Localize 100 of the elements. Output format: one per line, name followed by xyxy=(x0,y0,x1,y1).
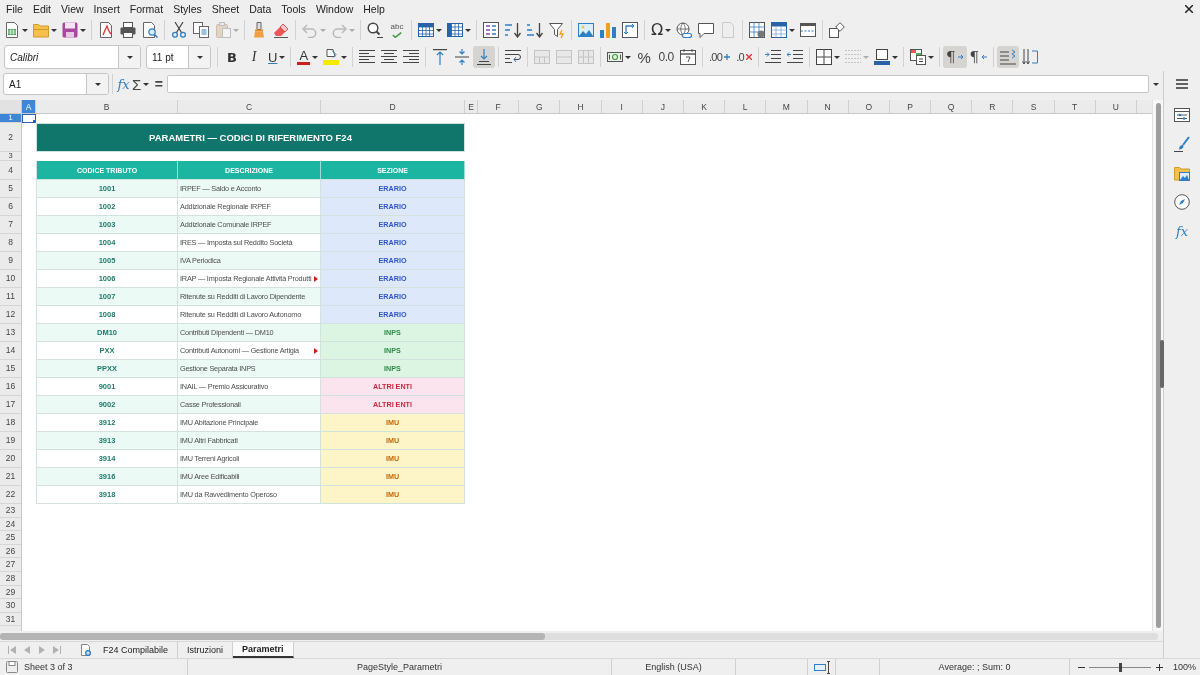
row-header[interactable]: 23 xyxy=(0,504,21,518)
menu-item[interactable]: Data xyxy=(244,0,277,17)
row-header[interactable]: 22 xyxy=(0,486,21,504)
column-header[interactable]: H xyxy=(560,100,602,113)
row-header[interactable]: 9 xyxy=(0,252,21,270)
row-header[interactable]: 24 xyxy=(0,517,21,532)
column-header[interactable]: I xyxy=(601,100,643,113)
row-header[interactable]: 29 xyxy=(0,585,21,600)
row-header[interactable]: 17 xyxy=(0,396,21,414)
left-to-right-button[interactable]: ¶ xyxy=(942,46,967,68)
column-header[interactable]: O xyxy=(848,100,890,113)
column-header[interactable]: B xyxy=(36,100,178,113)
scrollbar-thumb[interactable] xyxy=(0,632,545,640)
menu-item[interactable]: Insert xyxy=(88,0,125,17)
row-header[interactable]: 25 xyxy=(0,531,21,545)
add-decimal-button[interactable]: .00 xyxy=(706,46,733,68)
menu-item[interactable]: Edit xyxy=(27,0,56,17)
menu-item[interactable]: Sheet xyxy=(206,0,245,17)
formula-input[interactable] xyxy=(167,75,1149,93)
delete-decimal-button[interactable]: .0 xyxy=(732,46,755,68)
column-header[interactable]: M xyxy=(766,100,808,113)
font-size-box[interactable]: 11 pt xyxy=(146,45,211,69)
dropdown-button[interactable] xyxy=(188,46,210,68)
column-header[interactable]: C xyxy=(178,100,321,113)
row-header[interactable]: 20 xyxy=(0,450,21,468)
column-header[interactable]: P xyxy=(889,100,932,113)
column-header[interactable]: T xyxy=(1054,100,1096,113)
row-header[interactable]: 19 xyxy=(0,432,21,450)
row-header[interactable]: 12 xyxy=(0,306,21,324)
special-character-button[interactable]: Ω xyxy=(648,19,674,41)
dropdown-button[interactable] xyxy=(86,74,108,94)
column-header[interactable]: E xyxy=(465,100,478,113)
copy-button[interactable] xyxy=(190,19,212,41)
sheet-tab[interactable]: F24 Compilabile xyxy=(94,642,179,658)
row-header[interactable]: 7 xyxy=(0,216,21,234)
row-header[interactable]: 4 xyxy=(0,161,21,180)
row-header[interactable]: 15 xyxy=(0,360,21,378)
row-header[interactable]: 18 xyxy=(0,414,21,432)
row-header[interactable]: 16 xyxy=(0,378,21,396)
column-header[interactable]: G xyxy=(519,100,561,113)
column-header[interactable]: F xyxy=(478,100,520,113)
column-header[interactable]: D xyxy=(321,100,465,113)
sheet-tab[interactable]: Parametri xyxy=(233,642,294,658)
menu-item[interactable]: View xyxy=(56,0,89,17)
highlighting-button[interactable] xyxy=(320,46,350,68)
sum-button[interactable]: Σ xyxy=(131,73,152,95)
align-bottom-button[interactable] xyxy=(473,46,496,68)
row-header[interactable]: 30 xyxy=(0,599,21,613)
font-name-box[interactable]: Calibri xyxy=(4,45,141,69)
row-header[interactable]: 14 xyxy=(0,342,21,360)
row-header[interactable]: 27 xyxy=(0,558,21,572)
menu-item[interactable]: File xyxy=(1,0,28,17)
spelling-button[interactable]: abc xyxy=(386,19,408,41)
row-header[interactable]: 10 xyxy=(0,270,21,288)
menu-item[interactable]: Window xyxy=(310,0,359,17)
row-header[interactable]: 6 xyxy=(0,198,21,216)
row-header[interactable]: 11 xyxy=(0,288,21,306)
menu-item[interactable]: Format xyxy=(124,0,169,17)
menu-item[interactable]: Tools xyxy=(276,0,311,17)
percent-button[interactable]: % xyxy=(633,46,656,68)
menu-item[interactable]: Styles xyxy=(168,0,207,17)
sidebar-handle[interactable] xyxy=(1160,340,1164,388)
menu-item[interactable]: Help xyxy=(358,0,390,17)
freeze-button[interactable] xyxy=(768,19,798,41)
zoom-in-button[interactable] xyxy=(1155,662,1163,672)
horizontal-scrollbar[interactable] xyxy=(0,632,1158,640)
row-header[interactable]: 28 xyxy=(0,571,21,586)
column-header[interactable]: K xyxy=(683,100,726,113)
sort-button[interactable] xyxy=(480,19,502,41)
row-header[interactable]: 2 xyxy=(0,123,21,152)
column-header[interactable]: S xyxy=(1013,100,1055,113)
name-box[interactable]: A1 xyxy=(3,73,109,95)
formula-button[interactable]: = xyxy=(151,73,167,95)
right-to-left-button[interactable]: ¶ xyxy=(966,46,991,68)
row-header[interactable]: 26 xyxy=(0,544,21,559)
dropdown-button[interactable] xyxy=(118,46,140,68)
column-header[interactable]: N xyxy=(807,100,849,113)
column-header[interactable]: R xyxy=(972,100,1014,113)
highlighter-icon xyxy=(323,49,340,65)
text-left-to-right-button[interactable] xyxy=(997,46,1020,68)
row-header[interactable]: 8 xyxy=(0,234,21,252)
column-header[interactable]: A xyxy=(22,100,36,113)
column-header[interactable]: J xyxy=(642,100,684,113)
navigator-button[interactable] xyxy=(1171,191,1193,213)
slider-thumb[interactable] xyxy=(1118,662,1122,672)
row-header[interactable]: 31 xyxy=(0,612,21,627)
underline-button[interactable]: U xyxy=(265,46,288,68)
number-format-button[interactable]: 0.0 xyxy=(655,46,678,68)
column-header[interactable]: U xyxy=(1095,100,1137,113)
row-header[interactable]: 13 xyxy=(0,324,21,342)
column-header[interactable]: L xyxy=(725,100,767,113)
function-wizard-button[interactable]: fx xyxy=(116,73,131,95)
italic-button[interactable]: I xyxy=(243,46,265,68)
column-header[interactable]: Q xyxy=(931,100,973,113)
row-header[interactable]: 21 xyxy=(0,468,21,486)
row-header[interactable]: 5 xyxy=(0,180,21,198)
bold-button[interactable]: B xyxy=(221,46,243,68)
pivot-table-button[interactable] xyxy=(619,19,641,41)
functions-button[interactable]: fx xyxy=(1171,220,1193,242)
font-color-button[interactable]: A xyxy=(294,46,321,68)
